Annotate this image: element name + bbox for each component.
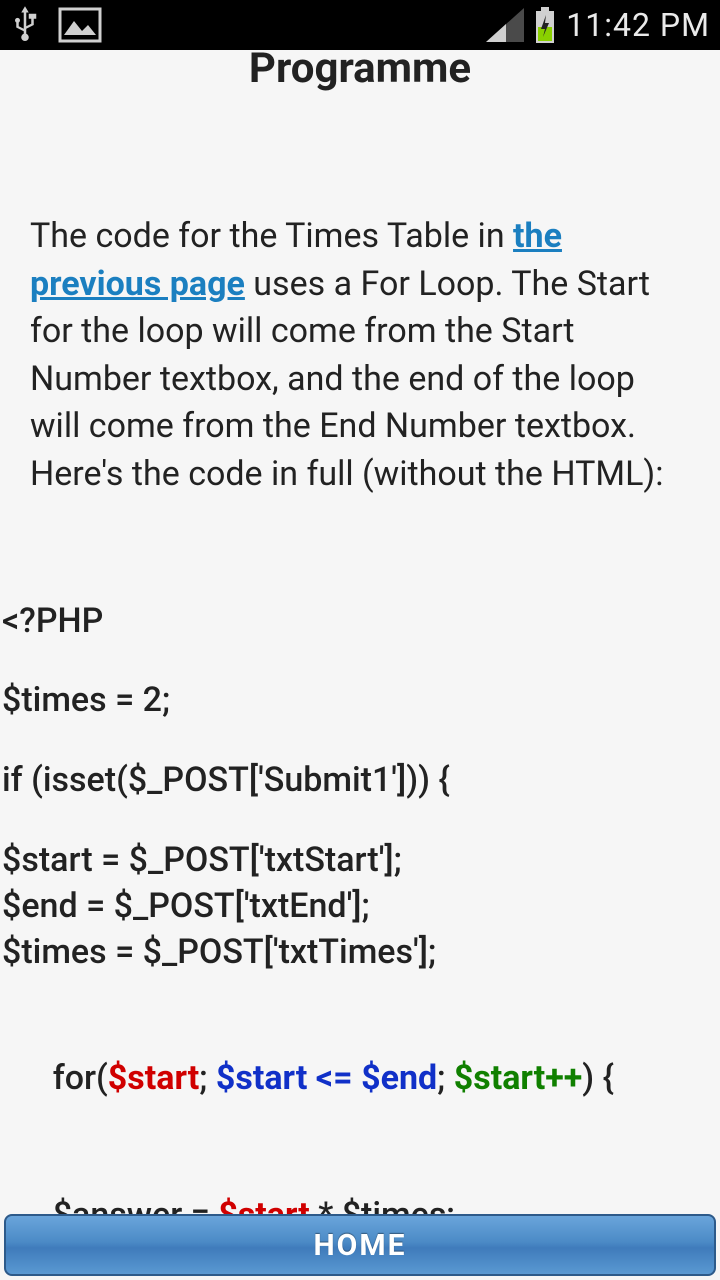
code-block: <?PHP $times = 2; if (isset($_POST['Subm…	[0, 599, 720, 1214]
code-line-for: for($start; $start <= $end; $start++) {	[2, 1010, 718, 1148]
code-inc: $start++	[454, 1058, 583, 1098]
page-title: Programme	[0, 50, 720, 123]
status-left	[10, 6, 102, 44]
code-text: ) {	[582, 1058, 614, 1098]
code-line: <?PHP	[2, 599, 718, 645]
code-line-answer: $answer = $start * $times;	[2, 1148, 718, 1214]
content-area: Programme The code for the Times Table i…	[0, 50, 720, 1214]
usb-icon	[10, 6, 40, 44]
home-button-label: HOME	[313, 1228, 406, 1263]
code-text: ;	[199, 1058, 216, 1098]
code-var-start: $start	[218, 1195, 309, 1214]
code-text: for(	[53, 1058, 108, 1098]
status-right: 11:42 PM	[486, 6, 710, 44]
code-line: $start = $_POST['txtStart'];	[2, 838, 718, 884]
code-text: * $times;	[310, 1195, 455, 1214]
code-text: $answer =	[53, 1195, 219, 1214]
signal-icon	[486, 8, 524, 42]
code-line: $times = $_POST['txtTimes'];	[2, 930, 718, 976]
home-button[interactable]: HOME	[4, 1214, 716, 1276]
code-cond: $start <= $end	[216, 1058, 437, 1098]
picture-icon	[58, 7, 102, 43]
para-text-before: The code for the Times Table in	[30, 216, 513, 256]
code-var-start: $start	[108, 1058, 199, 1098]
code-line: $end = $_POST['txtEnd'];	[2, 884, 718, 930]
status-time: 11:42 PM	[566, 6, 710, 44]
code-line: if (isset($_POST['Submit1'])) {	[2, 758, 718, 804]
status-bar: 11:42 PM	[0, 0, 720, 50]
code-text: ;	[437, 1058, 454, 1098]
intro-paragraph: The code for the Times Table in the prev…	[0, 213, 720, 499]
code-line: $times = 2;	[2, 678, 718, 724]
battery-charging-icon	[534, 7, 556, 43]
